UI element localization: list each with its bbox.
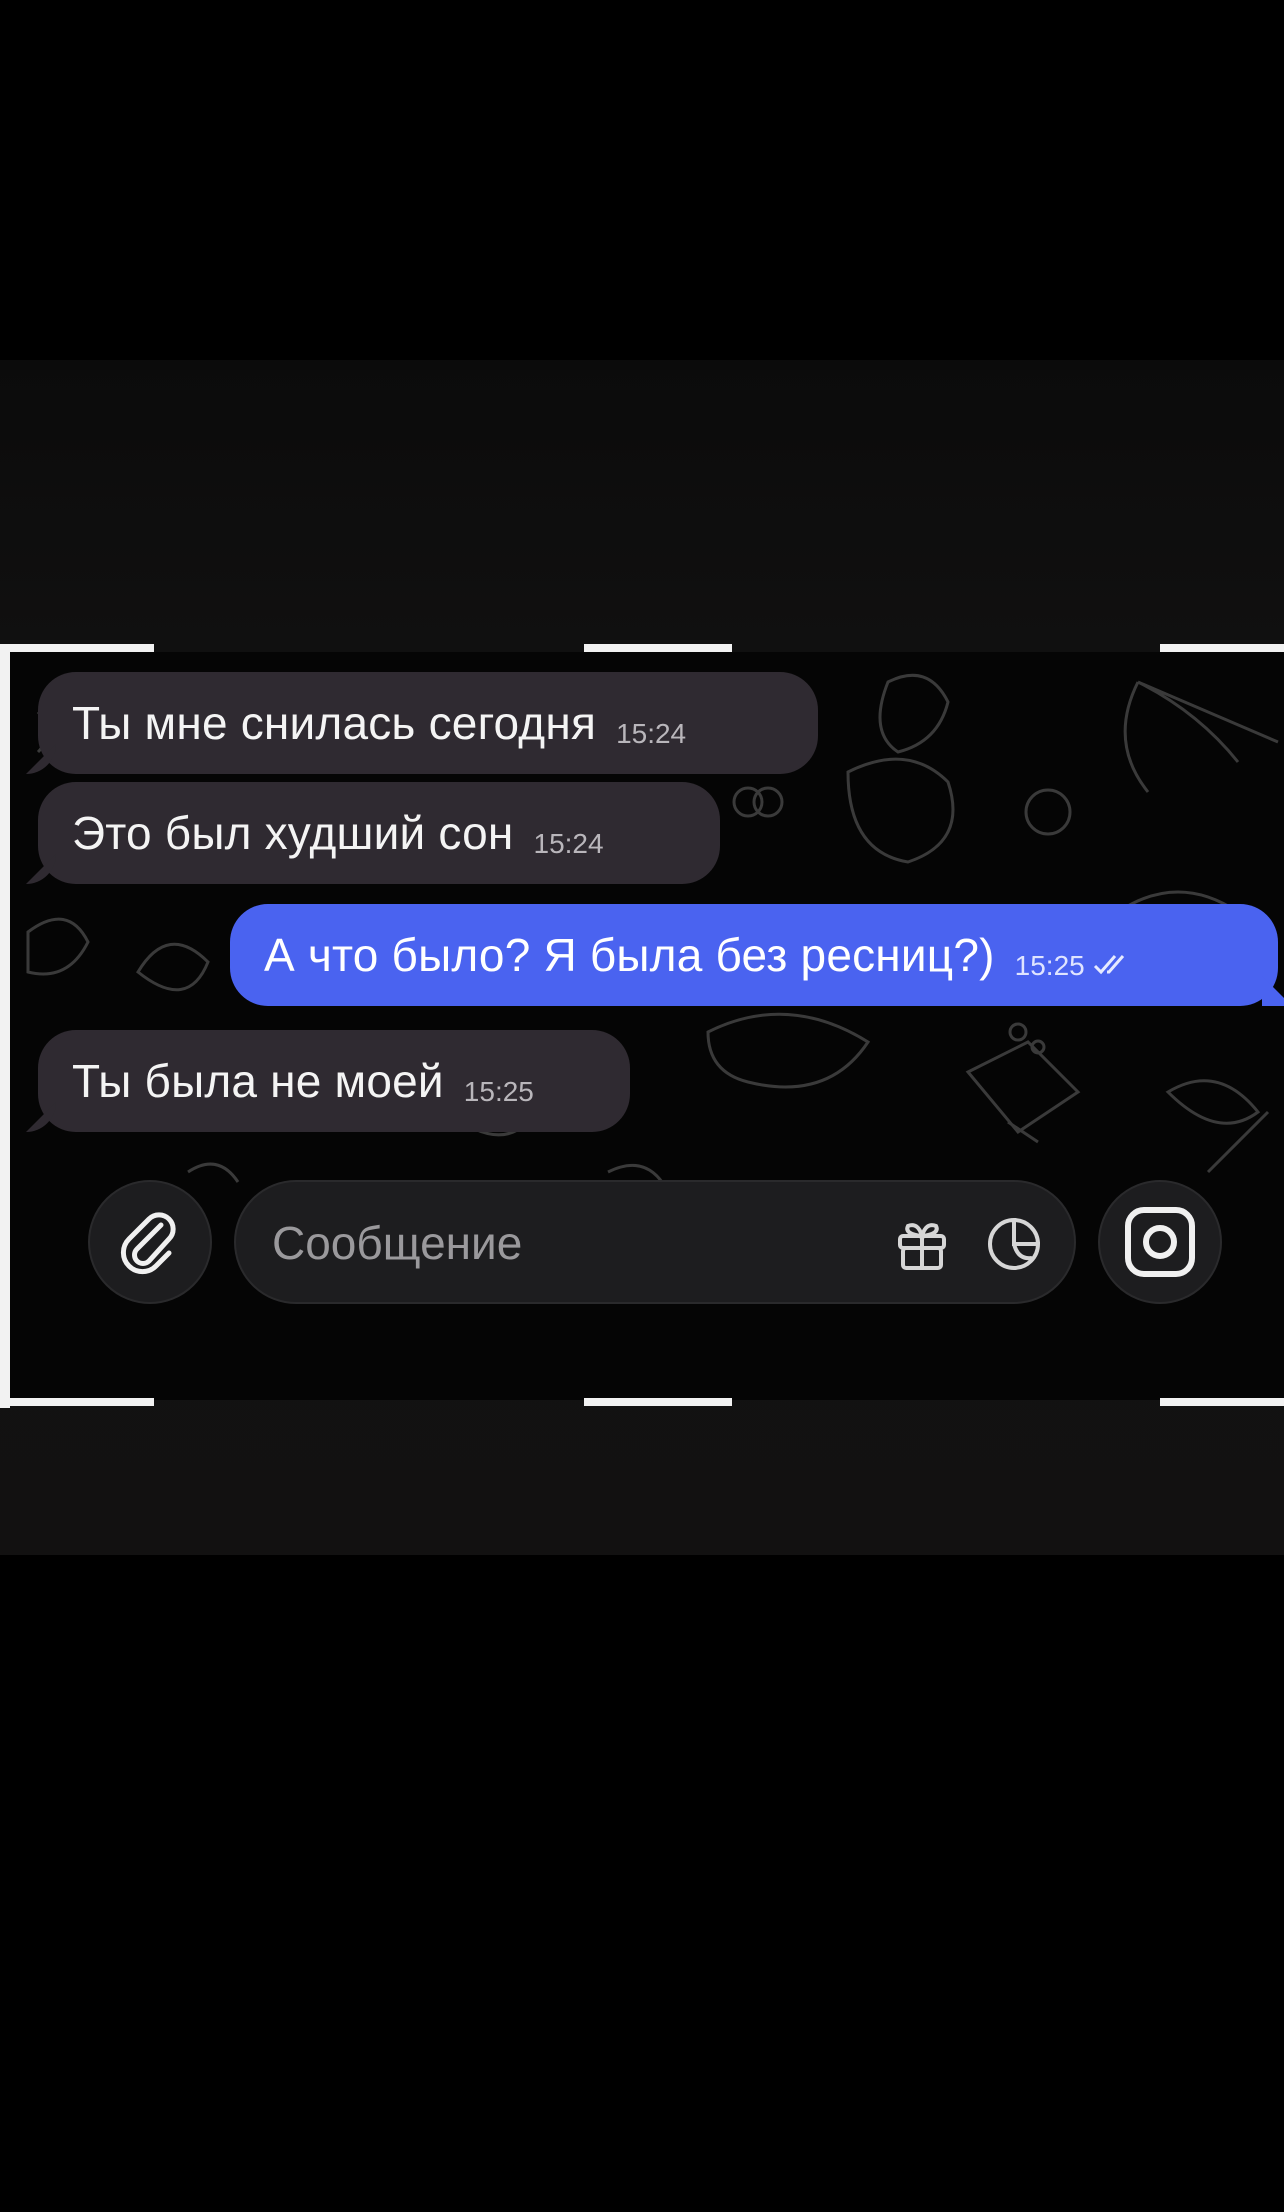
crop-frame-left-edge[interactable] xyxy=(0,648,10,1408)
crop-handle-top-left[interactable] xyxy=(0,644,154,652)
message-text: Ты была не моей xyxy=(72,1055,444,1107)
read-checkmarks-icon xyxy=(1093,952,1133,981)
screen: Ты мне снилась сегодня 15:24 Это был худ… xyxy=(0,0,1284,2212)
message-text: Это был худший сон xyxy=(72,807,514,859)
sticker-icon[interactable] xyxy=(984,1214,1044,1274)
message-bubble-outgoing[interactable]: А что было? Я была без ресниц?) 15:25 xyxy=(230,904,1278,1006)
message-time: 15:24 xyxy=(616,718,687,749)
crop-handle-bottom-center[interactable] xyxy=(584,1398,732,1406)
message-bubble-incoming[interactable]: Ты была не моей 15:25 xyxy=(38,1030,630,1132)
message-time: 15:25 xyxy=(1014,950,1085,981)
crop-handle-bottom-right[interactable] xyxy=(1160,1398,1284,1406)
gift-icon[interactable] xyxy=(892,1214,952,1274)
crop-handle-bottom-left[interactable] xyxy=(0,1398,154,1406)
message-bubble-incoming[interactable]: Ты мне снилась сегодня 15:24 xyxy=(38,672,818,774)
crop-handle-top-right[interactable] xyxy=(1160,644,1284,652)
camera-icon xyxy=(1125,1207,1195,1277)
message-text: А что было? Я была без ресниц?) xyxy=(264,929,995,981)
message-bubble-incoming[interactable]: Это был худший сон 15:24 xyxy=(38,782,720,884)
camera-button[interactable] xyxy=(1098,1180,1222,1304)
paperclip-icon xyxy=(120,1212,176,1275)
message-input[interactable]: Сообщение xyxy=(234,1180,1076,1304)
crop-handle-top-center[interactable] xyxy=(584,644,732,652)
message-time: 15:25 xyxy=(463,1076,534,1107)
attach-button[interactable] xyxy=(88,1180,212,1304)
message-time: 15:24 xyxy=(533,828,604,859)
message-input-placeholder: Сообщение xyxy=(272,1217,523,1269)
message-text: Ты мне снилась сегодня xyxy=(72,697,597,749)
